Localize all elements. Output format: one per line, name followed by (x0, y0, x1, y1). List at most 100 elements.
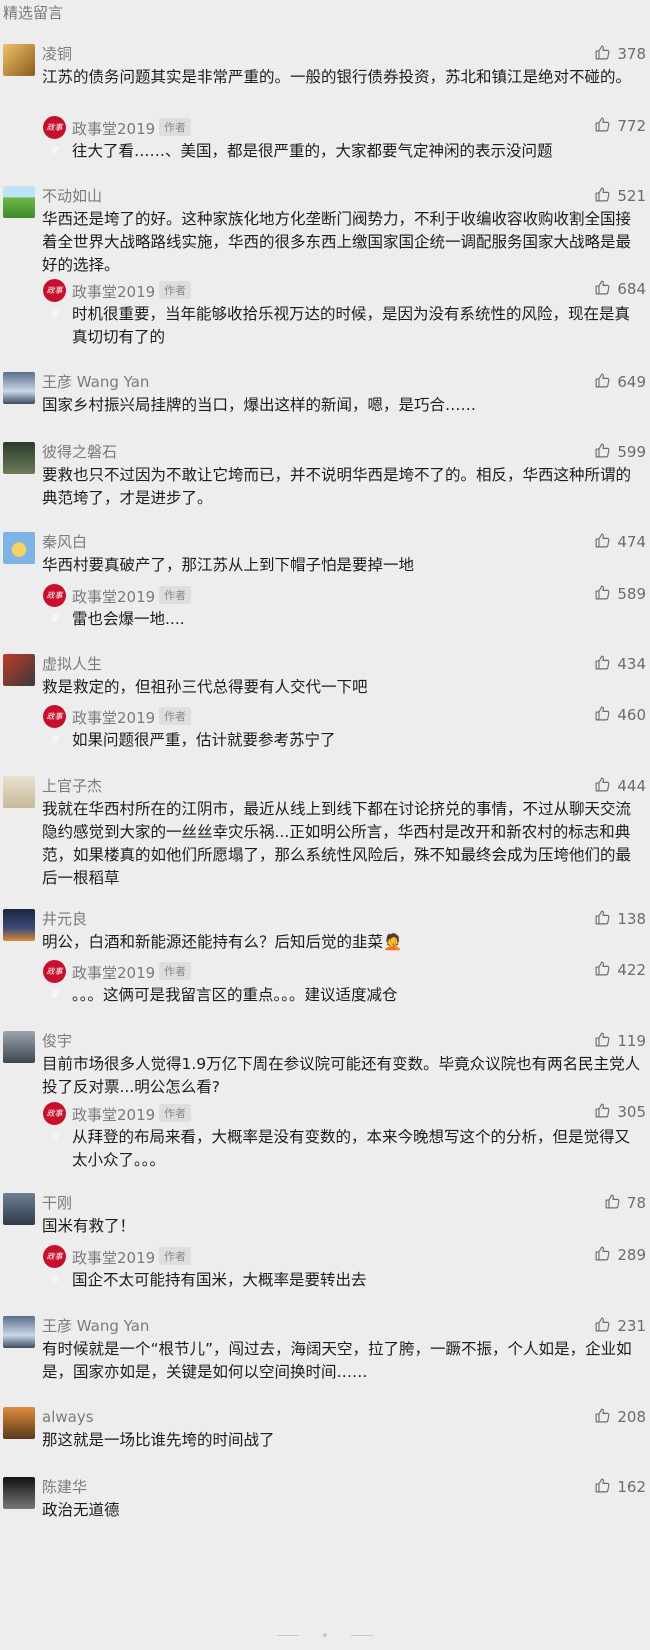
like-button[interactable]: 305 (594, 1102, 646, 1122)
like-count: 474 (617, 533, 646, 551)
author-badge: 作者 (159, 118, 191, 136)
avatar[interactable] (3, 1316, 35, 1348)
reply-author-name: 政事堂2019 (72, 120, 156, 138)
author-avatar[interactable]: 政事堂 (43, 279, 66, 318)
avatar[interactable] (3, 909, 35, 941)
like-button[interactable]: 444 (594, 776, 646, 796)
avatar[interactable] (3, 442, 35, 474)
reply-text: 时机很重要，当年能够收拾乐视万达的时候，是因为没有系统性的风险，现在是真真切切有… (72, 305, 631, 346)
like-button[interactable]: 138 (594, 909, 646, 929)
like-count: 521 (617, 187, 646, 205)
like-button[interactable]: 208 (594, 1407, 646, 1427)
avatar[interactable] (3, 1193, 35, 1225)
like-count: 119 (617, 1032, 646, 1050)
like-count: 289 (617, 1246, 646, 1264)
comments-page: 精选留言 凌铜 378 江苏的债务问题其实是非常严重的。一般的银行债券投资，苏北和镇… (0, 0, 650, 1650)
reply-author-name: 政事堂2019 (72, 283, 156, 301)
like-count: 422 (617, 961, 646, 979)
thumbs-up-icon (594, 186, 611, 207)
reply-text: 。。。这俩可是我留言区的重点。。。建议适度减仓 (72, 986, 398, 1004)
like-button[interactable]: 119 (594, 1031, 646, 1051)
avatar[interactable] (3, 776, 35, 808)
author-avatar[interactable]: 政事堂 (43, 1102, 66, 1141)
avatar[interactable] (3, 1031, 35, 1063)
commenter-name: 不动如山 (42, 187, 103, 205)
comment-text: 目前市场很多人觉得1.9万亿下周在参议院可能还有变数。毕竟众议院也有两名民主党人… (42, 1055, 641, 1096)
comment-text: 有时候就是一个“根节儿”，闯过去，海阔天空，拉了胯，一蹶不振，个人如是，企业如是… (42, 1340, 632, 1381)
author-avatar[interactable]: 政事堂 (43, 1245, 66, 1284)
thumbs-up-icon (594, 44, 611, 65)
thumbs-up-icon (604, 1193, 621, 1214)
like-button[interactable]: 474 (594, 532, 646, 552)
like-count: 305 (617, 1103, 646, 1121)
like-count: 589 (617, 585, 646, 603)
author-avatar[interactable]: 政事堂 (43, 116, 66, 155)
thumbs-up-icon (594, 776, 611, 797)
comment-text: 江苏的债务问题其实是非常严重的。一般的银行债券投资，苏北和镇江是绝对不碰的。 (42, 68, 632, 86)
like-button[interactable]: 231 (594, 1316, 646, 1336)
like-button[interactable]: 684 (594, 279, 646, 299)
comment-text: 要救也只不过因为不敢让它垮而已，并不说明华西是垮不了的。相反，华西这种所谓的典范… (42, 466, 632, 507)
like-button[interactable]: 434 (594, 654, 646, 674)
commenter-name: 秦风白 (42, 533, 88, 551)
reply-text: 雷也会爆一地.... (72, 610, 185, 628)
like-button[interactable]: 521 (594, 186, 646, 206)
like-button[interactable]: 162 (594, 1477, 646, 1497)
like-count: 460 (617, 706, 646, 724)
divider-right (351, 1635, 373, 1636)
reply-author-name: 政事堂2019 (72, 588, 156, 606)
avatar[interactable] (3, 44, 35, 76)
like-button[interactable]: 422 (594, 960, 646, 980)
author-avatar[interactable]: 政事堂 (43, 584, 66, 623)
avatar[interactable] (3, 186, 35, 218)
comment-text: 华西还是垮了的好。这种家族化地方化垄断门阀势力，不利于收编收容收购收割全国接着全… (42, 210, 632, 274)
like-button[interactable]: 378 (594, 44, 646, 64)
commenter-name: 俊宇 (42, 1032, 73, 1050)
author-avatar[interactable]: 政事堂 (43, 960, 66, 999)
author-badge: 作者 (159, 1247, 191, 1265)
like-button[interactable]: 460 (594, 705, 646, 725)
like-button[interactable]: 289 (594, 1245, 646, 1265)
comment-text: 政治无道德 (42, 1501, 120, 1519)
thumbs-up-icon (594, 372, 611, 393)
like-button[interactable]: 772 (594, 116, 646, 136)
thumbs-up-icon (594, 1031, 611, 1052)
commenter-name: always (42, 1408, 94, 1426)
like-count: 772 (617, 117, 646, 135)
commenter-name: 凌铜 (42, 45, 73, 63)
author-avatar[interactable]: 政事堂 (43, 705, 66, 744)
like-button[interactable]: 78 (604, 1193, 646, 1213)
thumbs-up-icon (594, 1102, 611, 1123)
thumbs-up-icon (594, 442, 611, 463)
thumbs-up-icon (594, 960, 611, 981)
thumbs-up-icon (594, 1245, 611, 1266)
avatar[interactable] (3, 654, 35, 686)
like-count: 378 (617, 45, 646, 63)
avatar[interactable] (3, 372, 35, 404)
reply-text: 往大了看……、美国，都是很严重的，大家都要气定神闲的表示没问题 (72, 142, 553, 160)
thumbs-up-icon (594, 1477, 611, 1498)
like-button[interactable]: 599 (594, 442, 646, 462)
author-badge: 作者 (159, 281, 191, 299)
reply-author-name: 政事堂2019 (72, 1249, 156, 1267)
like-count: 138 (617, 910, 646, 928)
commenter-name: 干刚 (42, 1194, 73, 1212)
commenter-name: 王彦 Wang Yan (42, 1317, 150, 1335)
thumbs-up-icon (594, 909, 611, 930)
like-count: 162 (617, 1478, 646, 1496)
reply-text: 国企不太可能持有国米，大概率是要转出去 (72, 1271, 367, 1289)
like-button[interactable]: 589 (594, 584, 646, 604)
thumbs-up-icon (594, 654, 611, 675)
avatar[interactable] (3, 532, 35, 564)
like-count: 649 (617, 373, 646, 391)
author-badge: 作者 (159, 1104, 191, 1122)
divider-left (277, 1635, 299, 1636)
thumbs-up-icon (594, 1407, 611, 1428)
like-count: 208 (617, 1408, 646, 1426)
like-button[interactable]: 649 (594, 372, 646, 392)
like-count: 434 (617, 655, 646, 673)
avatar[interactable] (3, 1407, 35, 1439)
avatar[interactable] (3, 1477, 35, 1509)
page-end-indicator (0, 1628, 650, 1642)
like-count: 684 (617, 280, 646, 298)
